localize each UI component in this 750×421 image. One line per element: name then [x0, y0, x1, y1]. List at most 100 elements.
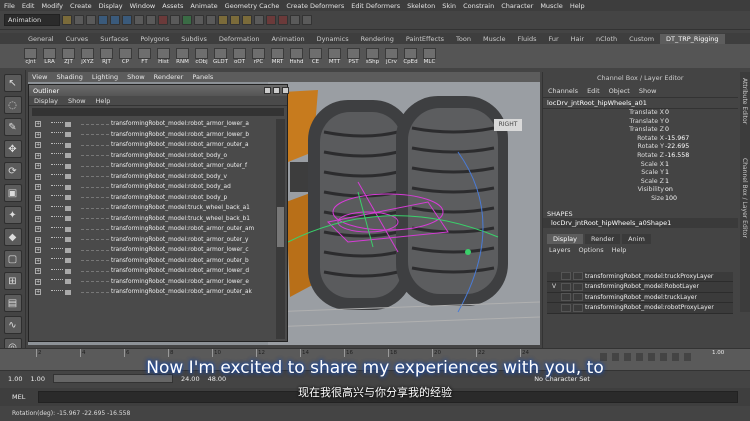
attribute-row[interactable]: Rotate X -15.967: [543, 135, 738, 144]
tab-channel-box[interactable]: Channel Box / Layer Editor: [741, 158, 748, 238]
attribute-value[interactable]: -15.967: [665, 135, 689, 144]
maximize-icon[interactable]: [273, 87, 280, 94]
viewport-menu-item[interactable]: Shading: [56, 73, 82, 81]
mask-deformations-icon[interactable]: [182, 15, 192, 25]
outliner-row[interactable]: + transformingRobot_model:truck_wheel_bac…: [31, 214, 275, 225]
layer-menu-item[interactable]: Layers: [549, 246, 571, 254]
shelf-tab[interactable]: Surfaces: [94, 34, 134, 44]
outliner-row[interactable]: + transformingRobot_model:robot_armor_low…: [31, 119, 275, 130]
outliner-row[interactable]: + transformingRobot_model:robot_armor_out…: [31, 224, 275, 235]
shelf-tab[interactable]: Curves: [60, 34, 95, 44]
shelf-tab[interactable]: Custom: [623, 34, 660, 44]
save-scene-icon[interactable]: [86, 15, 96, 25]
attribute-value[interactable]: 1: [665, 169, 669, 178]
shelf-button[interactable]: Hshd: [288, 47, 305, 65]
layer-menu-item[interactable]: Options: [579, 246, 604, 254]
manipulator-icon[interactable]: ✦: [3, 206, 22, 224]
snap-curve-icon[interactable]: [230, 15, 240, 25]
scrollbar-thumb[interactable]: [277, 207, 284, 247]
outliner-row[interactable]: + transformingRobot_model:robot_body_v: [31, 172, 275, 183]
shelf-tab[interactable]: Toon: [450, 34, 477, 44]
viewport-menu-item[interactable]: Panels: [192, 73, 213, 81]
shelf-button[interactable]: FT: [136, 47, 153, 65]
expand-icon[interactable]: +: [35, 278, 41, 285]
layer-row[interactable]: transformingRobot_model:truckLayer: [547, 293, 733, 304]
menu-item[interactable]: Edit: [22, 2, 35, 10]
layer-color-swatch[interactable]: [573, 303, 583, 312]
snap-grid-icon[interactable]: [218, 15, 228, 25]
shelf-button[interactable]: CE: [307, 47, 324, 65]
snap-point-icon[interactable]: [242, 15, 252, 25]
shelf-button[interactable]: RNM: [174, 47, 191, 65]
expand-icon[interactable]: +: [35, 226, 41, 233]
outliner-menu-item[interactable]: Help: [96, 97, 111, 105]
viewport-menu-item[interactable]: View: [32, 73, 47, 81]
selected-object-name[interactable]: locDrv_jntRoot_hipWheels_a01: [543, 97, 738, 109]
shelf-tab[interactable]: Deformation: [213, 34, 266, 44]
shelf-tab[interactable]: nCloth: [590, 34, 623, 44]
expand-icon[interactable]: +: [35, 289, 41, 296]
outliner-row[interactable]: + transformingRobot_model:robot_armor_low…: [31, 245, 275, 256]
outliner-row[interactable]: + transformingRobot_model:robot_armor_out…: [31, 161, 275, 172]
layer-visibility-toggle[interactable]: V: [547, 283, 561, 290]
shelf-button[interactable]: MLC: [421, 47, 438, 65]
rotate-tool-icon[interactable]: ⟳: [3, 162, 22, 180]
attribute-value[interactable]: 0: [665, 109, 669, 118]
expand-icon[interactable]: +: [35, 173, 41, 180]
viewport-menu-item[interactable]: Renderer: [154, 73, 184, 81]
layer-color-swatch[interactable]: [573, 293, 583, 302]
shape-name[interactable]: locDrv_jntRoot_hipWheels_a0Shape1: [543, 217, 738, 228]
select-tool-icon[interactable]: ↖: [3, 74, 22, 92]
viewport-menu-item[interactable]: Show: [127, 73, 145, 81]
attribute-value[interactable]: on: [665, 186, 673, 195]
expand-icon[interactable]: +: [35, 163, 41, 170]
mode-selector[interactable]: Animation: [4, 14, 60, 26]
outliner-row[interactable]: + transformingRobot_model:robot_body_o: [31, 151, 275, 162]
attribute-row[interactable]: Translate X0: [543, 109, 738, 118]
layout-four-icon[interactable]: ⊞: [3, 272, 22, 290]
shelf-button[interactable]: GLDT: [212, 47, 229, 65]
expand-icon[interactable]: +: [35, 257, 41, 264]
shelf-tab[interactable]: Rendering: [355, 34, 400, 44]
channel-box-menu-item[interactable]: Show: [639, 87, 657, 95]
shelf-tab[interactable]: Hair: [565, 34, 590, 44]
layer-playback-toggle[interactable]: [561, 272, 571, 281]
outliner-filter-field[interactable]: [32, 108, 284, 116]
shelf-button[interactable]: CP: [117, 47, 134, 65]
shelf-button[interactable]: jXYZ: [79, 47, 96, 65]
expand-icon[interactable]: +: [35, 152, 41, 159]
expand-icon[interactable]: +: [35, 131, 41, 138]
menu-item[interactable]: Character: [501, 2, 533, 10]
history-icon[interactable]: [254, 15, 264, 25]
shelf-tab[interactable]: Fur: [542, 34, 564, 44]
layer-color-swatch[interactable]: [573, 282, 583, 291]
mask-joints-icon[interactable]: [146, 15, 156, 25]
attribute-value[interactable]: 0: [665, 118, 669, 127]
expand-icon[interactable]: +: [35, 205, 41, 212]
menu-item[interactable]: Display: [99, 2, 123, 10]
shelf-tab[interactable]: PaintEffects: [400, 34, 450, 44]
shelf-tab[interactable]: Muscle: [477, 34, 512, 44]
menu-item[interactable]: Muscle: [540, 2, 563, 10]
outliner-menu-item[interactable]: Show: [68, 97, 86, 105]
attribute-row[interactable]: Scale Y1: [543, 169, 738, 178]
shelf-tab[interactable]: Animation: [265, 34, 310, 44]
mask-rendering-icon[interactable]: [206, 15, 216, 25]
layer-tab[interactable]: Anim: [622, 233, 651, 244]
layer-row[interactable]: transformingRobot_model:robotProxyLayer: [547, 303, 733, 314]
shelf-button[interactable]: PST: [345, 47, 362, 65]
attribute-row[interactable]: Scale X1: [543, 161, 738, 170]
shelf-tab[interactable]: General: [22, 34, 60, 44]
menu-item[interactable]: Skin: [442, 2, 456, 10]
shelf-button[interactable]: jCrv: [383, 47, 400, 65]
shelf-tab[interactable]: DT_TRP_Rigging: [660, 34, 725, 44]
move-tool-icon[interactable]: ✥: [3, 140, 22, 158]
shelf-tab[interactable]: Dynamics: [311, 34, 355, 44]
attribute-value[interactable]: 1: [665, 178, 669, 187]
shelf-button[interactable]: rPC: [250, 47, 267, 65]
shelf-button[interactable]: Hist: [155, 47, 172, 65]
menu-item[interactable]: Skeleton: [407, 2, 435, 10]
layer-playback-toggle[interactable]: [561, 303, 571, 312]
outliner-row[interactable]: + transformingRobot_model:robot_armor_low…: [31, 277, 275, 288]
expand-icon[interactable]: +: [35, 184, 41, 191]
